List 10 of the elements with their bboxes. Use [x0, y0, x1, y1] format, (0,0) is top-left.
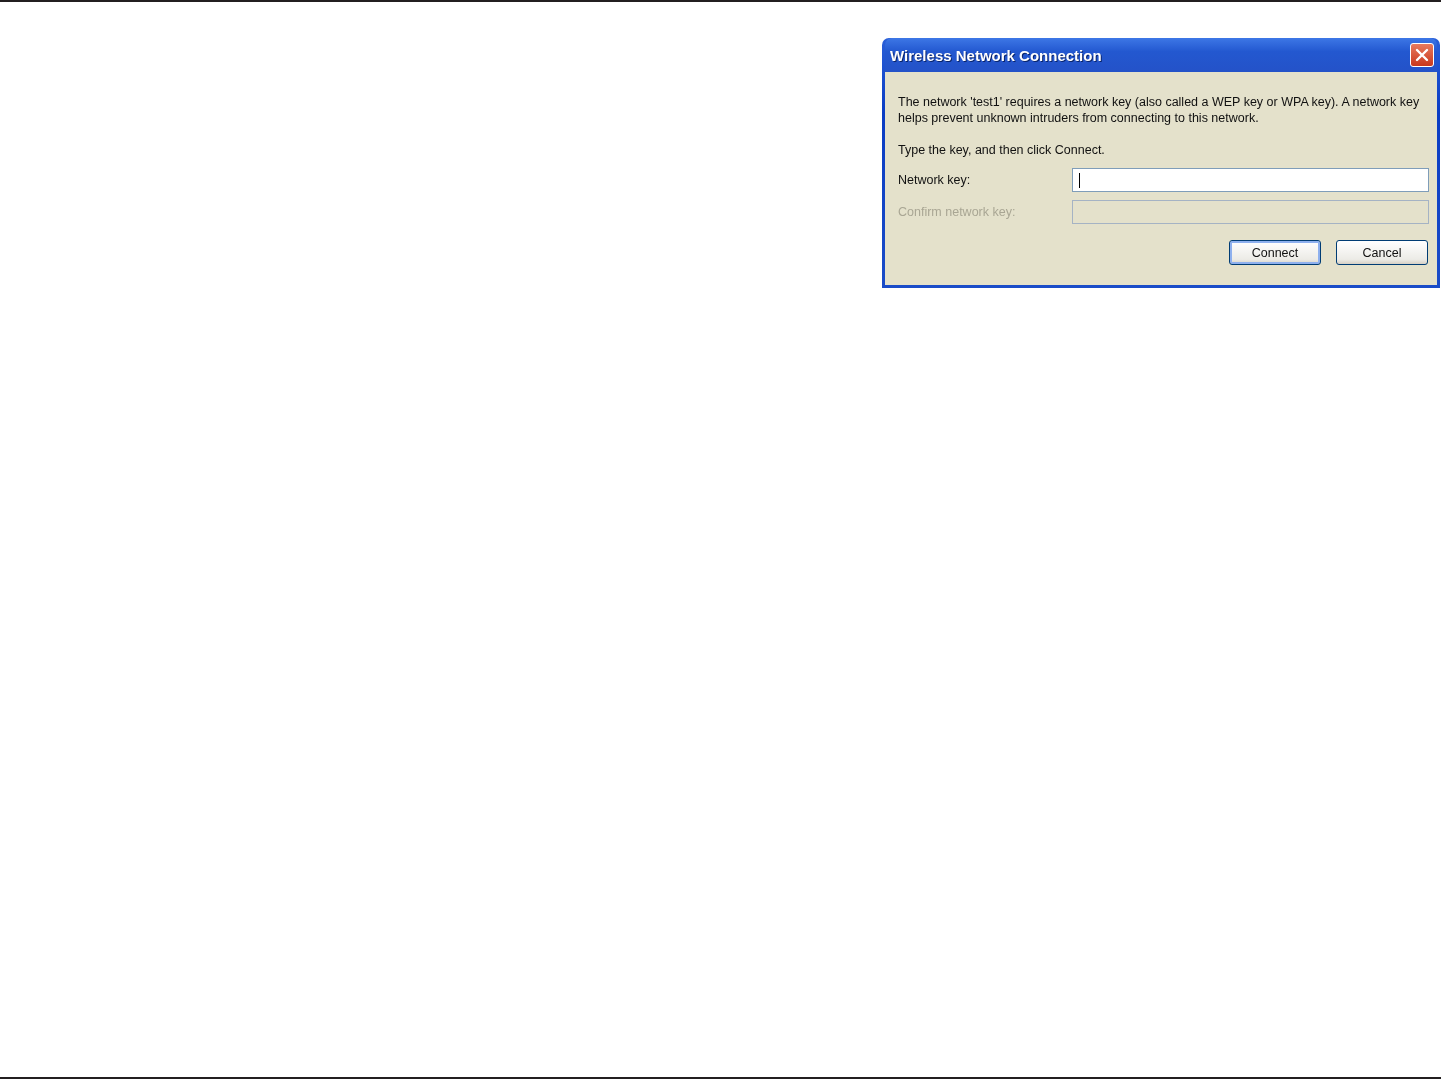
close-button[interactable] — [1410, 43, 1434, 67]
field-label: Confirm network key: — [898, 205, 1017, 219]
close-icon — [1415, 48, 1429, 62]
dialog-button[interactable]: Connect — [1229, 240, 1321, 265]
window-title: Wireless Network Connection — [890, 46, 1102, 64]
field-label: Network key: — [898, 173, 972, 187]
dialog-button[interactable]: Cancel — [1336, 240, 1428, 265]
input-field[interactable] — [1072, 168, 1429, 192]
message-text: The network 'test1' requires a network key (also called a WEP key or WPA key). A network key helps prevent unknown intruders from connecting to this network. — [898, 94, 1421, 126]
instruction-text: Type the key, and then click Connect. — [898, 142, 1106, 158]
